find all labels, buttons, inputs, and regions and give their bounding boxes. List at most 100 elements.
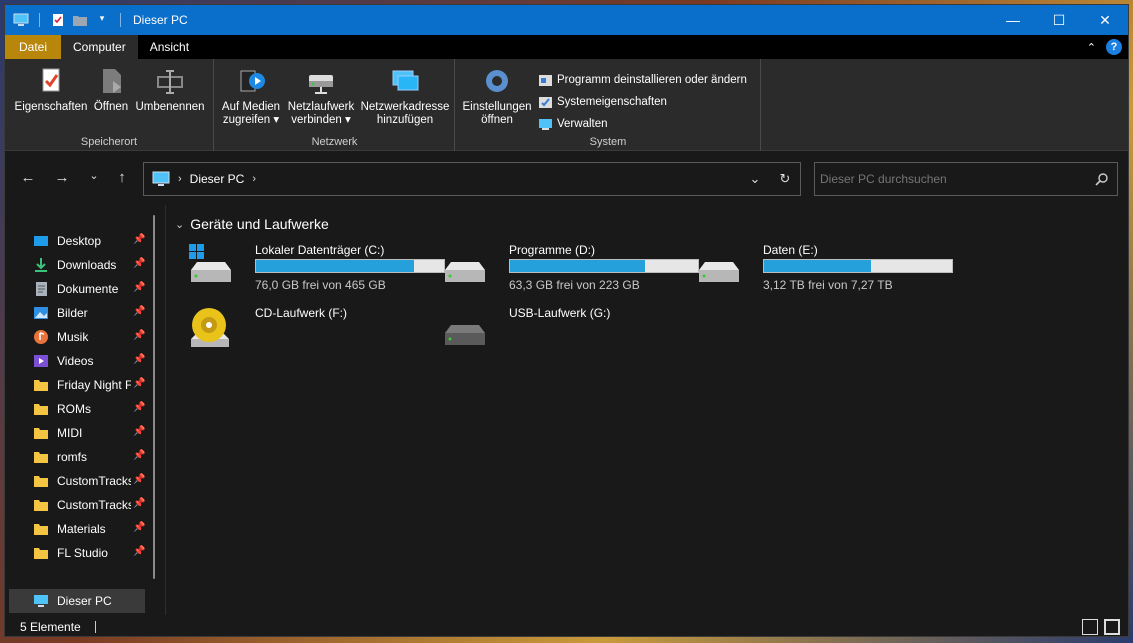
drive-usage-bar [509, 259, 699, 273]
new-folder-quick-icon[interactable] [72, 13, 88, 27]
sidebar-item-folder[interactable]: MIDI 📌 [9, 421, 145, 445]
customize-dropdown-icon[interactable]: ▾ [94, 13, 110, 27]
item-count: 5 Elemente [20, 620, 81, 634]
pin-icon[interactable]: 📌 [133, 546, 145, 558]
open-settings-button[interactable]: Einstellungen öffnen [460, 65, 534, 127]
pin-icon[interactable]: 📌 [133, 306, 145, 318]
recent-locations-button[interactable]: ⌄ [83, 169, 105, 189]
sidebar-item-music[interactable]: Musik 📌 [9, 325, 145, 349]
access-media-button[interactable]: Auf Medien zugreifen ▾ [219, 65, 283, 127]
drive-f[interactable]: CD-Laufwerk (F:) [187, 305, 437, 359]
status-bar: 5 Elemente [5, 616, 1128, 636]
breadcrumb-separator-icon[interactable]: › [252, 173, 256, 185]
folder-icon [34, 476, 48, 487]
title-bar: ▾ Dieser PC — ☐ ✕ [5, 5, 1128, 35]
search-input[interactable] [820, 172, 1080, 186]
pin-icon[interactable]: 📌 [133, 282, 145, 294]
pin-icon[interactable]: 📌 [133, 378, 145, 390]
properties-quick-icon[interactable] [50, 13, 66, 27]
uninstall-icon [539, 74, 552, 86]
drive-name: Daten (E:) [763, 243, 818, 257]
pin-icon[interactable]: 📌 [133, 354, 145, 366]
sidebar-item-label: Downloads [57, 258, 117, 272]
cd-drive-icon [191, 308, 229, 347]
large-icons-view-icon[interactable] [1104, 619, 1120, 635]
pin-icon[interactable]: 📌 [133, 330, 145, 342]
media-icon [240, 70, 265, 92]
system-properties-button[interactable]: Systemeigenschaften [538, 91, 747, 113]
pin-icon[interactable]: 📌 [133, 522, 145, 534]
pin-icon[interactable]: 📌 [133, 234, 145, 246]
sidebar-item-pictures[interactable]: Bilder 📌 [9, 301, 145, 325]
properties-icon [42, 68, 60, 92]
drive-d[interactable]: Programme (D:) 63,3 GB frei von 223 GB [441, 242, 699, 296]
sidebar-item-folder[interactable]: FL Studio 📌 [9, 541, 145, 565]
pin-icon[interactable]: 📌 [133, 450, 145, 462]
pin-icon[interactable]: 📌 [133, 426, 145, 438]
navigation-bar: ← → ⌄ ↑ › Dieser PC › ⌄ ↻ [5, 161, 1128, 197]
sidebar-item-videos[interactable]: Videos 📌 [9, 349, 145, 373]
sidebar-item-desktop[interactable]: Desktop 📌 [9, 229, 145, 253]
uninstall-program-button[interactable]: Programm deinstallieren oder ändern [538, 69, 747, 91]
sidebar-item-downloads[interactable]: Downloads 📌 [9, 253, 145, 277]
documents-icon [36, 282, 47, 296]
sidebar-item-folder[interactable]: ROMs 📌 [9, 397, 145, 421]
pane-divider[interactable] [165, 205, 166, 615]
group-label-location: Speicherort [80, 136, 138, 148]
pin-icon[interactable]: 📌 [133, 474, 145, 486]
chevron-down-icon[interactable]: ⌄ [175, 218, 184, 231]
maximize-button[interactable]: ☐ [1036, 5, 1082, 35]
properties-button[interactable]: Eigenschaften [14, 65, 88, 114]
map-network-drive-button[interactable]: Netzlaufwerk verbinden ▾ [285, 65, 357, 127]
tab-view[interactable]: Ansicht [138, 35, 201, 59]
address-dropdown-icon[interactable]: ⌄ [740, 163, 770, 195]
ribbon-group-system: Einstellungen öffnen Programm deinstalli… [456, 59, 761, 151]
refresh-icon[interactable]: ↻ [770, 163, 800, 195]
downloads-icon [35, 258, 47, 272]
open-icon [103, 69, 121, 93]
sidebar-item-folder[interactable]: CustomTracks' 📌 [9, 469, 145, 493]
forward-button[interactable]: → [51, 169, 73, 189]
close-button[interactable]: ✕ [1082, 5, 1128, 35]
minimize-button[interactable]: — [990, 5, 1036, 35]
add-location-label-1: Netzwerkadresse [360, 101, 450, 113]
drive-g[interactable]: USB-Laufwerk (G:) [441, 305, 691, 359]
drive-e[interactable]: Daten (E:) 3,12 TB frei von 7,27 TB [695, 242, 953, 296]
address-bar[interactable]: › Dieser PC › ⌄ ↻ [143, 162, 801, 196]
ribbon: Eigenschaften Öffnen Umbenennen Speicher… [5, 59, 1128, 151]
sidebar-scrollbar[interactable] [153, 215, 155, 579]
back-button[interactable]: ← [17, 169, 39, 189]
tab-file[interactable]: Datei [5, 35, 62, 59]
rename-label: Umbenennen [135, 101, 205, 113]
manage-button[interactable]: Verwalten [538, 113, 747, 135]
pin-icon[interactable]: 📌 [133, 258, 145, 270]
sidebar-item-folder[interactable]: CustomTracksI 📌 [9, 493, 145, 517]
folder-icon [34, 548, 48, 559]
properties-label: Eigenschaften [14, 101, 88, 113]
sidebar-item-label: Desktop [57, 234, 102, 248]
collapse-ribbon-icon[interactable]: ⌃ [1087, 41, 1096, 54]
search-icon[interactable] [1095, 172, 1109, 186]
sidebar-item-folder[interactable]: Friday Night Fu 📌 [9, 373, 145, 397]
folder-icon [34, 500, 48, 511]
breadcrumb-separator-icon[interactable]: › [178, 173, 182, 185]
pin-icon[interactable]: 📌 [133, 402, 145, 414]
section-header[interactable]: ⌄ Geräte und Laufwerke [175, 216, 329, 232]
sidebar-item-this-pc[interactable]: Dieser PC [9, 589, 145, 613]
add-network-location-button[interactable]: Netzwerkadresse hinzufügen [359, 65, 451, 127]
map-drive-label-1: Netzlaufwerk [287, 101, 355, 113]
open-button[interactable]: Öffnen [91, 65, 131, 114]
help-icon[interactable]: ? [1106, 39, 1122, 55]
sidebar-item-folder[interactable]: romfs 📌 [9, 445, 145, 469]
search-box[interactable] [814, 162, 1118, 196]
rename-button[interactable]: Umbenennen [133, 65, 207, 114]
access-media-label-1: Auf Medien [221, 101, 281, 113]
details-view-icon[interactable] [1082, 619, 1098, 635]
pin-icon[interactable]: 📌 [133, 498, 145, 510]
tab-computer[interactable]: Computer [61, 35, 138, 59]
drive-c[interactable]: Lokaler Datenträger (C:) 76,0 GB frei vo… [187, 242, 445, 296]
sidebar-item-documents[interactable]: Dokumente 📌 [9, 277, 145, 301]
sidebar-item-folder[interactable]: Materials 📌 [9, 517, 145, 541]
breadcrumb-this-pc[interactable]: Dieser PC [190, 172, 245, 186]
up-button[interactable]: ↑ [111, 169, 133, 189]
